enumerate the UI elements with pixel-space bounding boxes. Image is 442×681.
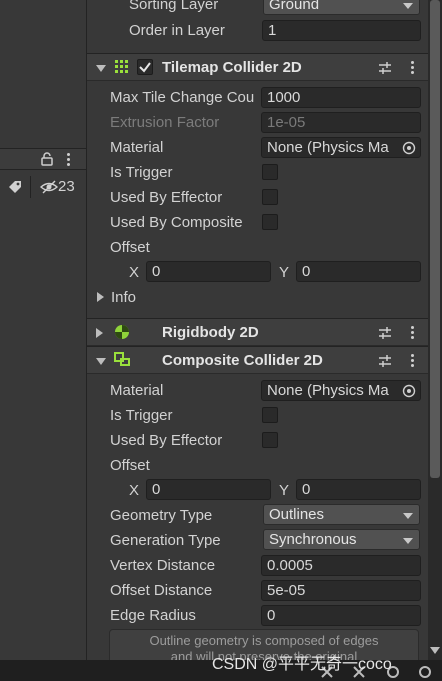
max-tile-change-label: Max Tile Change Cou <box>110 89 255 106</box>
hidden-eye-icon[interactable] <box>40 180 58 194</box>
component-menu-icon[interactable] <box>410 354 414 368</box>
extrusion-factor-label: Extrusion Factor <box>110 114 220 131</box>
composite-is-trigger-label: Is Trigger <box>110 407 173 424</box>
unity-editor: 23 Sorting Layer Ground Order in Layer 1… <box>0 0 442 681</box>
info-foldout-icon[interactable] <box>97 292 104 302</box>
info-foldout[interactable]: Info <box>111 287 136 309</box>
rigidbody-header[interactable]: Rigidbody 2D <box>87 318 428 346</box>
generation-type-value: Synchronous <box>269 531 357 548</box>
edge-radius-field[interactable]: 0 <box>261 605 421 626</box>
is-trigger-label: Is Trigger <box>110 164 173 181</box>
offset-y-field[interactable]: 0 <box>296 261 421 282</box>
hierarchy-filter-row: 23 <box>0 176 86 198</box>
material-field[interactable]: None (Physics Ma <box>261 137 421 158</box>
foldout-arrow-icon[interactable] <box>96 358 106 365</box>
composite-offset-label: Offset <box>110 457 150 474</box>
material-label: Material <box>110 139 164 156</box>
checkmark-icon <box>139 62 151 73</box>
material-value: None (Physics Ma <box>267 139 389 156</box>
composite-offset-x-field[interactable]: 0 <box>146 479 271 500</box>
component-enabled-checkbox[interactable] <box>137 59 153 75</box>
scrollbar-thumb[interactable] <box>430 0 440 478</box>
presets-icon[interactable] <box>378 354 392 368</box>
offset-distance-field[interactable]: 5e-05 <box>261 580 421 601</box>
geometry-type-dropdown[interactable]: Outlines <box>263 504 420 525</box>
scroll-down-arrow-icon[interactable] <box>430 647 440 654</box>
composite-material-label: Material <box>110 382 164 399</box>
generation-type-label: Generation Type <box>110 532 221 549</box>
max-tile-change-field[interactable]: 1000 <box>261 87 421 108</box>
composite-collider-icon <box>114 352 130 366</box>
composite-offset-y-label: Y <box>279 482 290 499</box>
help-text-line-1: Outline geometry is composed of edges <box>149 633 379 648</box>
tilemap-collider-icon <box>115 60 128 73</box>
chevron-down-icon <box>403 538 413 544</box>
offset-y-label: Y <box>279 264 290 281</box>
presets-icon[interactable] <box>378 61 392 75</box>
used-by-composite-checkbox[interactable] <box>262 214 278 230</box>
offset-x-label: X <box>129 264 140 281</box>
order-in-layer-field[interactable]: 1 <box>262 20 421 41</box>
offset-label: Offset <box>110 239 150 256</box>
chevron-down-icon <box>403 513 413 519</box>
geometry-type-label: Geometry Type <box>110 507 213 524</box>
tag-icon[interactable] <box>8 180 22 194</box>
hierarchy-menu-icon[interactable] <box>66 153 70 167</box>
component-menu-icon[interactable] <box>410 61 414 75</box>
is-trigger-checkbox[interactable] <box>262 164 278 180</box>
hierarchy-panel <box>0 0 86 681</box>
object-picker-icon[interactable] <box>402 141 416 155</box>
used-by-effector-label: Used By Effector <box>110 189 223 206</box>
component-menu-icon[interactable] <box>410 326 414 340</box>
composite-material-value: None (Physics Ma <box>267 382 389 399</box>
composite-offset-x-label: X <box>129 482 140 499</box>
composite-used-by-effector-checkbox[interactable] <box>262 432 278 448</box>
tilemap-collider-header[interactable]: Tilemap Collider 2D <box>87 53 428 81</box>
sorting-layer-label: Sorting Layer <box>129 0 219 13</box>
offset-distance-label: Offset Distance <box>110 582 213 599</box>
used-by-composite-label: Used By Composite <box>110 214 243 231</box>
watermark: CSDN @平平无奇一coco <box>212 656 392 673</box>
sorting-layer-value: Ground <box>269 0 320 13</box>
composite-collider-title: Composite Collider 2D <box>162 352 323 369</box>
tool-icon[interactable] <box>418 665 432 679</box>
composite-material-field[interactable]: None (Physics Ma <box>261 380 421 401</box>
vertex-distance-label: Vertex Distance <box>110 557 216 574</box>
vertex-distance-field[interactable]: 0.0005 <box>261 555 421 576</box>
tilemap-collider-title: Tilemap Collider 2D <box>162 59 302 76</box>
edge-radius-label: Edge Radius <box>110 607 196 624</box>
composite-is-trigger-checkbox[interactable] <box>262 407 278 423</box>
lock-icon[interactable] <box>40 152 54 166</box>
foldout-arrow-icon[interactable] <box>96 65 106 72</box>
hidden-count: 23 <box>58 178 75 195</box>
generation-type-dropdown[interactable]: Synchronous <box>263 529 420 550</box>
composite-used-by-effector-label: Used By Effector <box>110 432 223 449</box>
composite-offset-y-field[interactable]: 0 <box>296 479 421 500</box>
chevron-down-icon <box>403 3 413 9</box>
extrusion-factor-field: 1e-05 <box>261 112 421 133</box>
rigidbody-title: Rigidbody 2D <box>162 324 259 341</box>
offset-x-field[interactable]: 0 <box>146 261 271 282</box>
rigidbody-icon <box>115 325 129 339</box>
sorting-layer-dropdown[interactable]: Ground <box>263 0 420 15</box>
composite-collider-header[interactable]: Composite Collider 2D <box>87 346 428 374</box>
order-in-layer-label: Order in Layer <box>129 22 225 39</box>
presets-icon[interactable] <box>378 326 392 340</box>
used-by-effector-checkbox[interactable] <box>262 189 278 205</box>
hierarchy-toolbar <box>0 148 86 170</box>
object-picker-icon[interactable] <box>402 384 416 398</box>
foldout-arrow-icon[interactable] <box>96 328 103 338</box>
geometry-type-value: Outlines <box>269 506 325 523</box>
